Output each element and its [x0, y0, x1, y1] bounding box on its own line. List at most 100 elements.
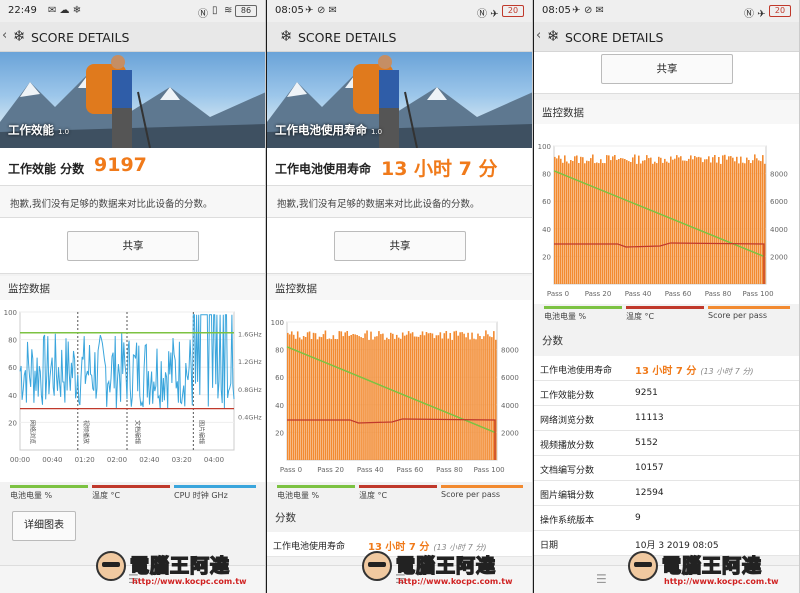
score-bar	[738, 163, 740, 284]
menu-icon[interactable]: ☰	[596, 572, 607, 586]
watermark: 電腦王阿達 http://www.kocpc.com.tw	[96, 549, 271, 589]
score-bar	[674, 158, 676, 284]
score-bar	[382, 333, 384, 460]
x-tick-label: 01:20	[75, 456, 95, 464]
score-bar	[646, 155, 648, 284]
score-bar	[421, 331, 424, 460]
score-bar	[712, 157, 714, 284]
score-bar	[698, 156, 700, 284]
screen-battery-life: 08:05 ✈ ⊘ ✉ Ⓝ ✈ 20 ❄ SCORE DETAILS 工作电池使…	[267, 0, 533, 593]
monitor-title: 监控数据	[534, 100, 799, 125]
share-button[interactable]: 共享	[67, 231, 199, 261]
status-bar: 08:05 ✈ ⊘ ✉ Ⓝ ✈ 20	[534, 0, 799, 22]
score-bar	[724, 154, 726, 284]
share-area: 共享	[534, 52, 799, 94]
x-tick-label: Pass 40	[357, 466, 384, 474]
row-value: 11113	[635, 413, 664, 423]
score-bar	[650, 157, 652, 284]
score-bar	[441, 338, 444, 460]
score-bar	[312, 332, 315, 460]
back-icon[interactable]: ‹	[536, 28, 541, 43]
score-bar	[604, 163, 606, 284]
score-bar	[451, 339, 454, 460]
status-time: 22:49	[8, 5, 37, 16]
y2-tick-label: 1.2GHz	[238, 358, 262, 366]
score-bar	[736, 156, 738, 284]
score-bar	[437, 335, 440, 460]
score-bar	[748, 160, 750, 284]
score-bar	[467, 332, 469, 460]
score-bar	[750, 163, 752, 284]
row-key: 工作效能分数	[540, 391, 595, 401]
x-tick-label: 02:40	[139, 456, 159, 464]
share-button[interactable]: 共享	[334, 231, 466, 261]
score-bar	[324, 330, 327, 460]
score-bar	[668, 162, 670, 284]
score-bar	[294, 338, 297, 460]
score-bar	[287, 332, 289, 460]
table-row: 工作效能分数 9251	[534, 381, 799, 406]
battery-icon: 20	[502, 5, 524, 17]
section-annotation: 图片编辑	[197, 420, 205, 444]
score-bar	[574, 156, 576, 284]
y-tick-label: 40	[542, 226, 551, 234]
score-bar	[610, 160, 612, 284]
row-value: 10157	[635, 463, 664, 473]
score-bar	[716, 162, 718, 284]
detail-chart-button[interactable]: 详细图表	[12, 511, 76, 541]
y-tick-label: 40	[275, 402, 284, 410]
score-bar	[483, 336, 485, 460]
score-bar	[576, 155, 578, 284]
y2-tick-label: 4000	[770, 226, 788, 234]
score-bar	[558, 155, 560, 284]
score-bar	[479, 336, 481, 460]
score-bar	[640, 163, 642, 284]
score-bar	[756, 158, 758, 284]
score-bar	[562, 162, 564, 284]
score-bar	[612, 156, 614, 284]
score-bar	[662, 162, 664, 284]
battery-icon: 20	[769, 5, 791, 17]
score-bar	[356, 335, 358, 460]
score-bar	[308, 331, 311, 460]
score-bar	[435, 335, 438, 460]
score-bar	[726, 159, 728, 284]
row-value: 5152	[635, 438, 658, 448]
score-bar	[378, 331, 380, 460]
x-tick-label: 04:00	[204, 456, 224, 464]
score-bar	[632, 157, 634, 284]
share-button[interactable]: 共享	[601, 54, 733, 84]
score-bar	[758, 160, 760, 284]
comparison-note: 抱歉,我们没有足够的数据来对比此设备的分数。	[267, 186, 532, 218]
score-bar	[680, 156, 682, 284]
watermark-face-icon	[628, 551, 658, 581]
score-bar	[338, 331, 341, 460]
score-bar	[634, 154, 636, 284]
score-bar	[290, 331, 293, 460]
score-bar	[374, 336, 376, 460]
score-bar	[718, 157, 720, 284]
score-bar	[642, 160, 644, 284]
row-key: 工作电池使用寿命	[540, 366, 613, 376]
chart-svg: 20 40 60 80 100 0.4GHz 0.8GHz 1.2GHz 1.6GHz 00:00…	[4, 309, 263, 464]
back-icon[interactable]: ‹	[2, 28, 7, 43]
score-bar	[427, 333, 430, 460]
score-bar	[489, 336, 491, 460]
comparison-note: 抱歉,我们没有足够的数据来对比此设备的分数。	[0, 186, 265, 218]
x-tick-label: 03:20	[172, 456, 192, 464]
y-tick-label: 60	[8, 364, 17, 372]
x-tick-label: 00:00	[10, 456, 30, 464]
watermark: 電腦王阿達 http://www.kocpc.com.tw	[362, 549, 537, 589]
score-bar	[614, 155, 616, 284]
x-tick-label: Pass 0	[280, 466, 302, 474]
score-bar	[407, 331, 410, 460]
score-bar	[618, 159, 620, 284]
score-bar	[395, 334, 398, 460]
score-bar	[330, 339, 333, 460]
score-bar	[702, 162, 704, 284]
monitor-title: 监控数据	[267, 276, 532, 301]
score-bar	[455, 330, 457, 460]
monitor-chart-1: 20 40 60 80 100 0.4GHz 0.8GHz 1.2GHz 1.6GHz 00:00…	[0, 300, 265, 482]
score-bar	[366, 330, 368, 460]
y2-tick-label: 8000	[501, 347, 519, 355]
